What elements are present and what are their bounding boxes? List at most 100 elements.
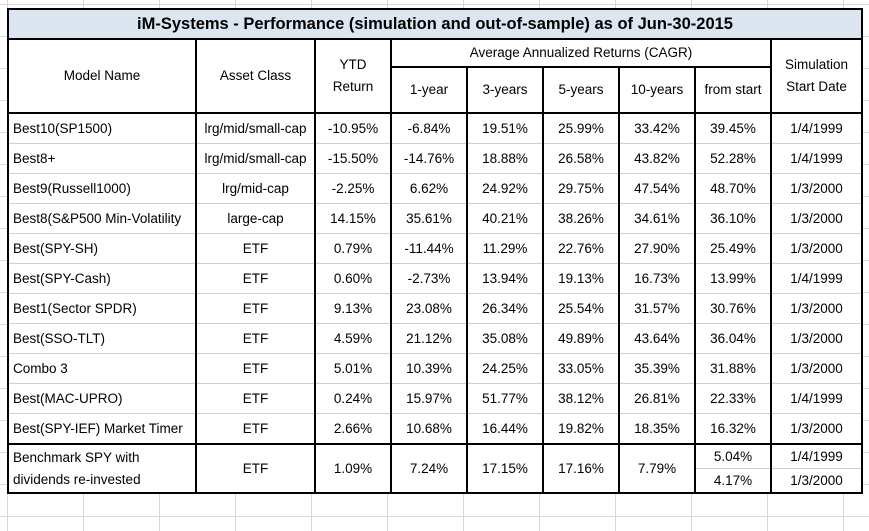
asset-class-cell[interactable]: ETF: [195, 233, 316, 264]
simulation-start-date-cell[interactable]: 1/4/1999: [769, 112, 864, 144]
cagr-1-year-cell[interactable]: -6.84%: [390, 112, 468, 144]
ytd-return-cell[interactable]: -15.50%: [314, 143, 392, 174]
model-name-cell[interactable]: Best8+: [7, 143, 197, 174]
model-name-cell[interactable]: Combo 3: [7, 353, 197, 384]
model-name-cell[interactable]: Best(MAC-UPRO): [7, 383, 197, 414]
cagr-5-years-cell[interactable]: 22.76%: [542, 233, 620, 264]
cagr-10-years-cell[interactable]: 33.42%: [618, 112, 696, 144]
ytd-return-cell[interactable]: 5.01%: [314, 353, 392, 384]
cagr-from-start-cell[interactable]: 30.76%: [694, 293, 772, 324]
cagr-1-year-cell[interactable]: -2.73%: [390, 263, 468, 294]
cagr-5-years-cell[interactable]: 26.58%: [542, 143, 620, 174]
cagr-3-years-cell[interactable]: 13.94%: [466, 263, 544, 294]
cagr-10-years-cell[interactable]: 26.81%: [618, 383, 696, 414]
cagr-10-years-cell[interactable]: 35.39%: [618, 353, 696, 384]
cagr-5-years-cell[interactable]: 49.89%: [542, 323, 620, 354]
cagr-from-start-cell[interactable]: 36.10%: [694, 203, 772, 234]
cagr-10-years-cell[interactable]: 18.35%: [618, 413, 696, 445]
ytd-return-cell[interactable]: 0.60%: [314, 263, 392, 294]
cagr-5-years-cell[interactable]: 33.05%: [542, 353, 620, 384]
benchmark-5-years-cell[interactable]: 17.16%: [542, 443, 620, 494]
cagr-10-years-cell[interactable]: 43.82%: [618, 143, 696, 174]
simulation-start-date-cell[interactable]: 1/4/1999: [769, 383, 864, 414]
asset-class-cell[interactable]: ETF: [195, 293, 316, 324]
cagr-3-years-cell[interactable]: 35.08%: [466, 323, 544, 354]
simulation-start-date-cell[interactable]: 1/3/2000: [769, 323, 864, 354]
cagr-1-year-cell[interactable]: 23.08%: [390, 293, 468, 324]
cagr-from-start-cell[interactable]: 22.33%: [694, 383, 772, 414]
model-name-cell[interactable]: Best1(Sector SPDR): [7, 293, 197, 324]
benchmark-10-years-cell[interactable]: 7.79%: [618, 443, 696, 494]
cagr-5-years-cell[interactable]: 38.12%: [542, 383, 620, 414]
cagr-3-years-cell[interactable]: 51.77%: [466, 383, 544, 414]
cagr-3-years-cell[interactable]: 19.51%: [466, 112, 544, 144]
cagr-1-year-cell[interactable]: 10.39%: [390, 353, 468, 384]
benchmark-asset-class-cell[interactable]: ETF: [195, 443, 316, 494]
model-name-cell[interactable]: Best10(SP1500): [7, 112, 197, 144]
benchmark-model-name-cell[interactable]: Benchmark SPY with dividends re-invested: [7, 443, 197, 494]
cagr-1-year-cell[interactable]: -14.76%: [390, 143, 468, 174]
asset-class-cell[interactable]: lrg/mid/small-cap: [195, 112, 316, 144]
cagr-3-years-cell[interactable]: 26.34%: [466, 293, 544, 324]
cagr-1-year-cell[interactable]: 35.61%: [390, 203, 468, 234]
cagr-3-years-cell[interactable]: 24.25%: [466, 353, 544, 384]
model-name-cell[interactable]: Best(SSO-TLT): [7, 323, 197, 354]
asset-class-cell[interactable]: lrg/mid-cap: [195, 173, 316, 204]
cagr-3-years-cell[interactable]: 40.21%: [466, 203, 544, 234]
cagr-5-years-cell[interactable]: 38.26%: [542, 203, 620, 234]
asset-class-cell[interactable]: ETF: [195, 263, 316, 294]
simulation-start-date-cell[interactable]: 1/4/1999: [769, 143, 864, 174]
cagr-1-year-cell[interactable]: 15.97%: [390, 383, 468, 414]
asset-class-cell[interactable]: lrg/mid/small-cap: [195, 143, 316, 174]
cagr-from-start-cell[interactable]: 39.45%: [694, 112, 772, 144]
model-name-cell[interactable]: Best9(Russell1000): [7, 173, 197, 204]
cagr-from-start-cell[interactable]: 48.70%: [694, 173, 772, 204]
ytd-return-cell[interactable]: 9.13%: [314, 293, 392, 324]
asset-class-cell[interactable]: ETF: [195, 413, 316, 445]
model-name-cell[interactable]: Best(SPY-SH): [7, 233, 197, 264]
cagr-10-years-cell[interactable]: 47.54%: [618, 173, 696, 204]
ytd-return-cell[interactable]: 2.66%: [314, 413, 392, 445]
simulation-start-date-cell[interactable]: 1/3/2000: [769, 413, 864, 445]
ytd-return-cell[interactable]: -10.95%: [314, 112, 392, 144]
cagr-3-years-cell[interactable]: 18.88%: [466, 143, 544, 174]
simulation-start-date-cell[interactable]: 1/3/2000: [769, 233, 864, 264]
cagr-5-years-cell[interactable]: 25.54%: [542, 293, 620, 324]
cagr-1-year-cell[interactable]: -11.44%: [390, 233, 468, 264]
asset-class-cell[interactable]: ETF: [195, 323, 316, 354]
benchmark-1-year-cell[interactable]: 7.24%: [390, 443, 468, 494]
simulation-start-date-cell[interactable]: 1/3/2000: [769, 203, 864, 234]
model-name-cell[interactable]: Best(SPY-Cash): [7, 263, 197, 294]
cagr-3-years-cell[interactable]: 11.29%: [466, 233, 544, 264]
cagr-from-start-cell[interactable]: 31.88%: [694, 353, 772, 384]
asset-class-cell[interactable]: large-cap: [195, 203, 316, 234]
cagr-from-start-cell[interactable]: 13.99%: [694, 263, 772, 294]
ytd-return-cell[interactable]: 0.24%: [314, 383, 392, 414]
simulation-start-date-cell[interactable]: 1/3/2000: [769, 353, 864, 384]
cagr-1-year-cell[interactable]: 21.12%: [390, 323, 468, 354]
benchmark-start-date-cell[interactable]: 1/4/1999: [769, 443, 864, 469]
simulation-start-date-cell[interactable]: 1/3/2000: [769, 293, 864, 324]
cagr-5-years-cell[interactable]: 25.99%: [542, 112, 620, 144]
cagr-from-start-cell[interactable]: 36.04%: [694, 323, 772, 354]
ytd-return-cell[interactable]: 0.79%: [314, 233, 392, 264]
cagr-5-years-cell[interactable]: 19.13%: [542, 263, 620, 294]
benchmark-3-years-cell[interactable]: 17.15%: [466, 443, 544, 494]
cagr-3-years-cell[interactable]: 24.92%: [466, 173, 544, 204]
simulation-start-date-cell[interactable]: 1/3/2000: [769, 173, 864, 204]
benchmark-start-date-cell[interactable]: 1/3/2000: [769, 468, 864, 494]
cagr-1-year-cell[interactable]: 10.68%: [390, 413, 468, 445]
ytd-return-cell[interactable]: -2.25%: [314, 173, 392, 204]
benchmark-from-start-cell[interactable]: 5.04%: [694, 443, 772, 469]
cagr-10-years-cell[interactable]: 31.57%: [618, 293, 696, 324]
cagr-10-years-cell[interactable]: 27.90%: [618, 233, 696, 264]
simulation-start-date-cell[interactable]: 1/4/1999: [769, 263, 864, 294]
benchmark-from-start-cell[interactable]: 4.17%: [694, 468, 772, 494]
asset-class-cell[interactable]: ETF: [195, 353, 316, 384]
model-name-cell[interactable]: Best8(S&P500 Min-Volatility: [7, 203, 197, 234]
cagr-3-years-cell[interactable]: 16.44%: [466, 413, 544, 445]
asset-class-cell[interactable]: ETF: [195, 383, 316, 414]
cagr-10-years-cell[interactable]: 16.73%: [618, 263, 696, 294]
cagr-10-years-cell[interactable]: 34.61%: [618, 203, 696, 234]
cagr-5-years-cell[interactable]: 29.75%: [542, 173, 620, 204]
